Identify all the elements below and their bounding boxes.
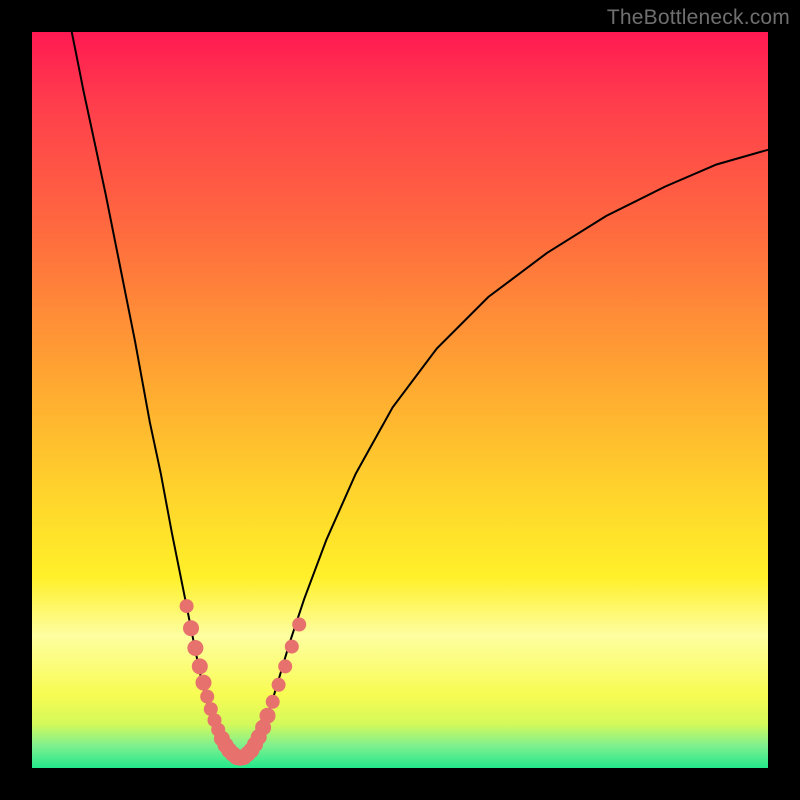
curve-left-branch <box>69 17 224 751</box>
highlight-marker <box>183 620 199 636</box>
highlight-marker <box>187 640 203 656</box>
outer-frame: TheBottleneck.com <box>0 0 800 800</box>
highlight-marker <box>285 640 299 654</box>
highlight-marker <box>266 695 280 709</box>
highlight-marker <box>272 678 286 692</box>
highlight-marker <box>180 599 194 613</box>
curve-right-branch <box>253 150 768 751</box>
marker-group <box>180 599 307 766</box>
highlight-marker <box>200 690 214 704</box>
highlight-marker <box>260 708 276 724</box>
watermark-text: TheBottleneck.com <box>607 6 790 30</box>
chart-svg <box>32 32 768 768</box>
highlight-marker <box>196 675 212 691</box>
plot-area <box>32 32 768 768</box>
highlight-marker <box>278 659 292 673</box>
highlight-marker <box>292 618 306 632</box>
highlight-marker <box>192 658 208 674</box>
